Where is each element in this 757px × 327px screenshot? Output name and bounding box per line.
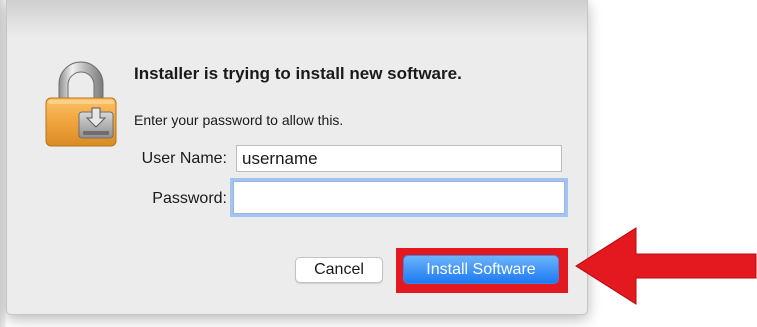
user-name-label: User Name: <box>141 150 227 167</box>
dialog-subtitle: Enter your password to allow this. <box>134 112 344 128</box>
password-label: Password: <box>152 190 227 207</box>
dialog-title: Installer is trying to install new softw… <box>134 64 462 83</box>
install-software-button[interactable]: Install Software <box>403 255 559 284</box>
password-input[interactable] <box>233 181 565 214</box>
screen: Installer is trying to install new softw… <box>0 0 757 327</box>
padlock-icon <box>45 61 117 147</box>
red-arrow-icon <box>575 227 757 305</box>
user-name-input[interactable] <box>236 145 562 172</box>
cancel-button[interactable]: Cancel <box>295 257 383 283</box>
